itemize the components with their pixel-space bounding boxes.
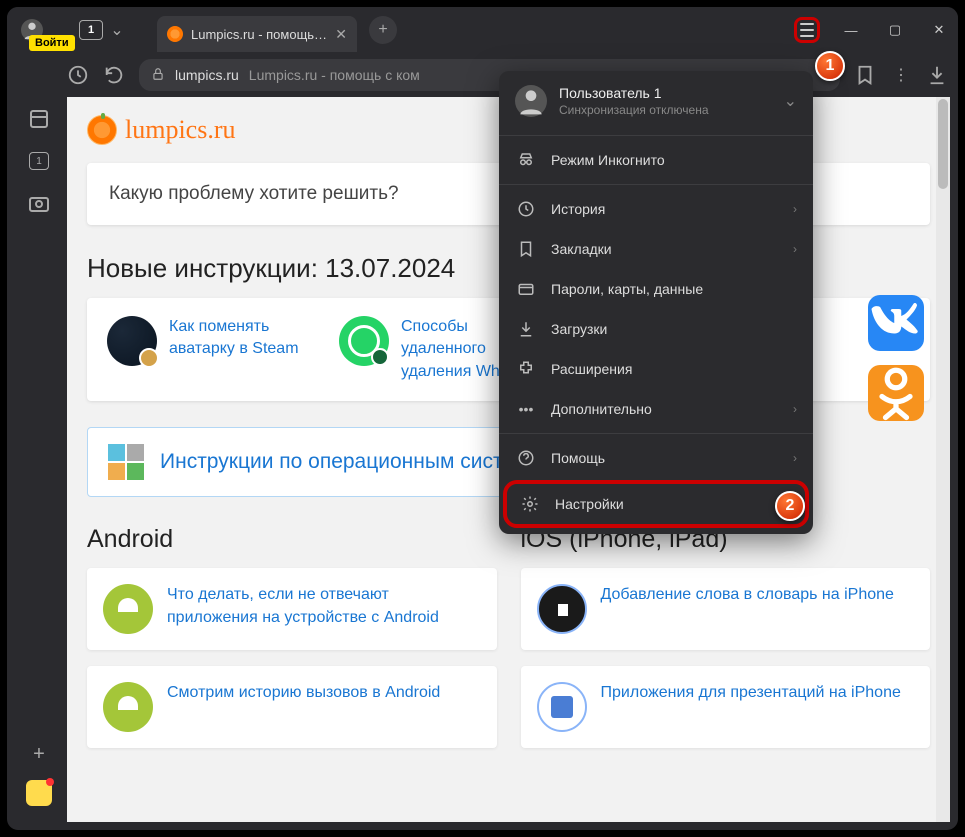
sidebar-tabs-icon[interactable]: 1 bbox=[27, 149, 51, 173]
user-avatar-icon bbox=[515, 85, 547, 117]
menu-item-label: Расширения bbox=[551, 361, 632, 377]
hamburger-icon bbox=[800, 23, 814, 37]
instruction-link[interactable]: Как поменять аватарку в Steam bbox=[169, 316, 319, 383]
article-card[interactable]: Что делать, если не отвечают приложения … bbox=[87, 568, 497, 650]
menu-item-label: История bbox=[551, 201, 605, 217]
menu-item-incognito[interactable]: Режим Инкогнито bbox=[499, 140, 813, 180]
gear-icon bbox=[521, 495, 539, 513]
incognito-icon bbox=[517, 151, 535, 169]
tab-favicon-icon bbox=[167, 26, 183, 42]
vk-button[interactable] bbox=[868, 295, 924, 351]
steam-icon bbox=[107, 316, 157, 366]
chevron-down-icon: ⌄ bbox=[784, 91, 797, 111]
android-icon bbox=[103, 682, 153, 732]
bookmarks-icon bbox=[517, 240, 535, 258]
window-close-button[interactable]: ✕ bbox=[926, 17, 952, 43]
menu-item-label: Настройки bbox=[555, 496, 624, 512]
cards-icon bbox=[517, 280, 535, 298]
window-minimize-button[interactable]: ― bbox=[838, 17, 864, 43]
dots-icon: ••• bbox=[517, 400, 535, 418]
tab-close-icon[interactable]: ✕ bbox=[335, 26, 347, 43]
login-button[interactable]: Войти bbox=[29, 35, 75, 51]
iphone-icon bbox=[537, 584, 587, 634]
chevron-right-icon: › bbox=[793, 202, 797, 216]
callout-badge-1: 1 bbox=[815, 51, 845, 81]
user-sync-status: Синхронизация отключена bbox=[559, 103, 772, 117]
scrollbar[interactable] bbox=[936, 97, 950, 822]
tab-counter[interactable]: 1 ⌄ bbox=[79, 20, 127, 40]
lock-icon bbox=[151, 67, 165, 84]
menu-item-help[interactable]: Помощь › bbox=[499, 438, 813, 478]
browser-sidebar: 1 + bbox=[15, 97, 63, 822]
menu-item-more[interactable]: ••• Дополнительно › bbox=[499, 389, 813, 429]
downloads-icon[interactable] bbox=[926, 64, 948, 86]
bookmark-icon[interactable] bbox=[854, 64, 876, 86]
downloads-icon bbox=[517, 320, 535, 338]
article-card[interactable]: Добавление слова в словарь на iPhone bbox=[521, 568, 931, 650]
menu-item-label: Загрузки bbox=[551, 321, 607, 337]
article-link[interactable]: Добавление слова в словарь на iPhone bbox=[601, 584, 894, 606]
reload-icon[interactable] bbox=[103, 64, 125, 86]
titlebar: Войти 1 ⌄ Lumpics.ru - помощь с к ✕ + ― … bbox=[7, 7, 958, 53]
chevron-down-icon[interactable]: ⌄ bbox=[107, 20, 127, 40]
sidebar-add-icon[interactable]: + bbox=[27, 742, 51, 766]
menu-item-label: Пароли, карты, данные bbox=[551, 281, 703, 297]
user-name: Пользователь 1 bbox=[559, 85, 772, 101]
kebab-menu-icon[interactable]: ⋮ bbox=[890, 64, 912, 86]
help-icon bbox=[517, 449, 535, 467]
menu-item-label: Помощь bbox=[551, 450, 605, 466]
os-grid-icon bbox=[108, 444, 144, 480]
chevron-right-icon: › bbox=[793, 451, 797, 465]
menu-item-settings[interactable]: Настройки bbox=[507, 484, 805, 524]
apps-icon bbox=[537, 682, 587, 732]
chevron-right-icon: › bbox=[793, 402, 797, 416]
callout-badge-2: 2 bbox=[775, 491, 805, 521]
sidebar-camera-icon[interactable] bbox=[27, 191, 51, 215]
history-icon bbox=[517, 200, 535, 218]
sidebar-feed-icon[interactable] bbox=[27, 107, 51, 131]
sidebar-yandex-icon[interactable] bbox=[26, 780, 52, 806]
menu-hamburger-button[interactable] bbox=[794, 17, 820, 43]
social-buttons bbox=[868, 295, 924, 421]
menu-item-bookmarks[interactable]: Закладки › bbox=[499, 229, 813, 269]
orange-logo-icon bbox=[87, 115, 117, 145]
instruction-item[interactable]: Как поменять аватарку в Steam bbox=[107, 316, 319, 383]
article-link[interactable]: Смотрим историю вызовов в Android bbox=[167, 682, 440, 704]
menu-item-label: Режим Инкогнито bbox=[551, 152, 665, 168]
article-link[interactable]: Что делать, если не отвечают приложения … bbox=[167, 584, 481, 629]
android-heading: Android bbox=[87, 525, 497, 554]
browser-tab[interactable]: Lumpics.ru - помощь с к ✕ bbox=[157, 16, 357, 52]
android-icon bbox=[103, 584, 153, 634]
logo-text: lumpics.ru bbox=[125, 115, 236, 145]
chevron-right-icon: › bbox=[793, 242, 797, 256]
article-card[interactable]: Приложения для презентаций на iPhone bbox=[521, 666, 931, 748]
back-history-icon[interactable] bbox=[67, 64, 89, 86]
article-card[interactable]: Смотрим историю вызовов в Android bbox=[87, 666, 497, 748]
window-maximize-button[interactable]: ▢ bbox=[882, 17, 908, 43]
settings-highlight: Настройки bbox=[503, 480, 809, 528]
menu-item-label: Дополнительно bbox=[551, 401, 652, 417]
os-instructions-link[interactable]: Инструкции по операционным системам bbox=[160, 450, 555, 474]
whatsapp-icon bbox=[339, 316, 389, 366]
menu-user-section[interactable]: Пользователь 1 Синхронизация отключена ⌄ bbox=[499, 71, 813, 131]
address-domain: lumpics.ru bbox=[175, 67, 239, 83]
extensions-icon bbox=[517, 360, 535, 378]
menu-item-extensions[interactable]: Расширения bbox=[499, 349, 813, 389]
new-tab-button[interactable]: + bbox=[369, 16, 397, 44]
menu-item-passwords[interactable]: Пароли, карты, данные bbox=[499, 269, 813, 309]
main-menu-dropdown: Пользователь 1 Синхронизация отключена ⌄… bbox=[499, 71, 813, 534]
menu-item-downloads[interactable]: Загрузки bbox=[499, 309, 813, 349]
article-link[interactable]: Приложения для презентаций на iPhone bbox=[601, 682, 901, 704]
menu-item-label: Закладки bbox=[551, 241, 612, 257]
ok-button[interactable] bbox=[868, 365, 924, 421]
tab-count-box: 1 bbox=[79, 20, 103, 40]
tab-title: Lumpics.ru - помощь с к bbox=[191, 27, 329, 42]
address-page-title: Lumpics.ru - помощь с ком bbox=[249, 67, 420, 83]
menu-item-history[interactable]: История › bbox=[499, 189, 813, 229]
